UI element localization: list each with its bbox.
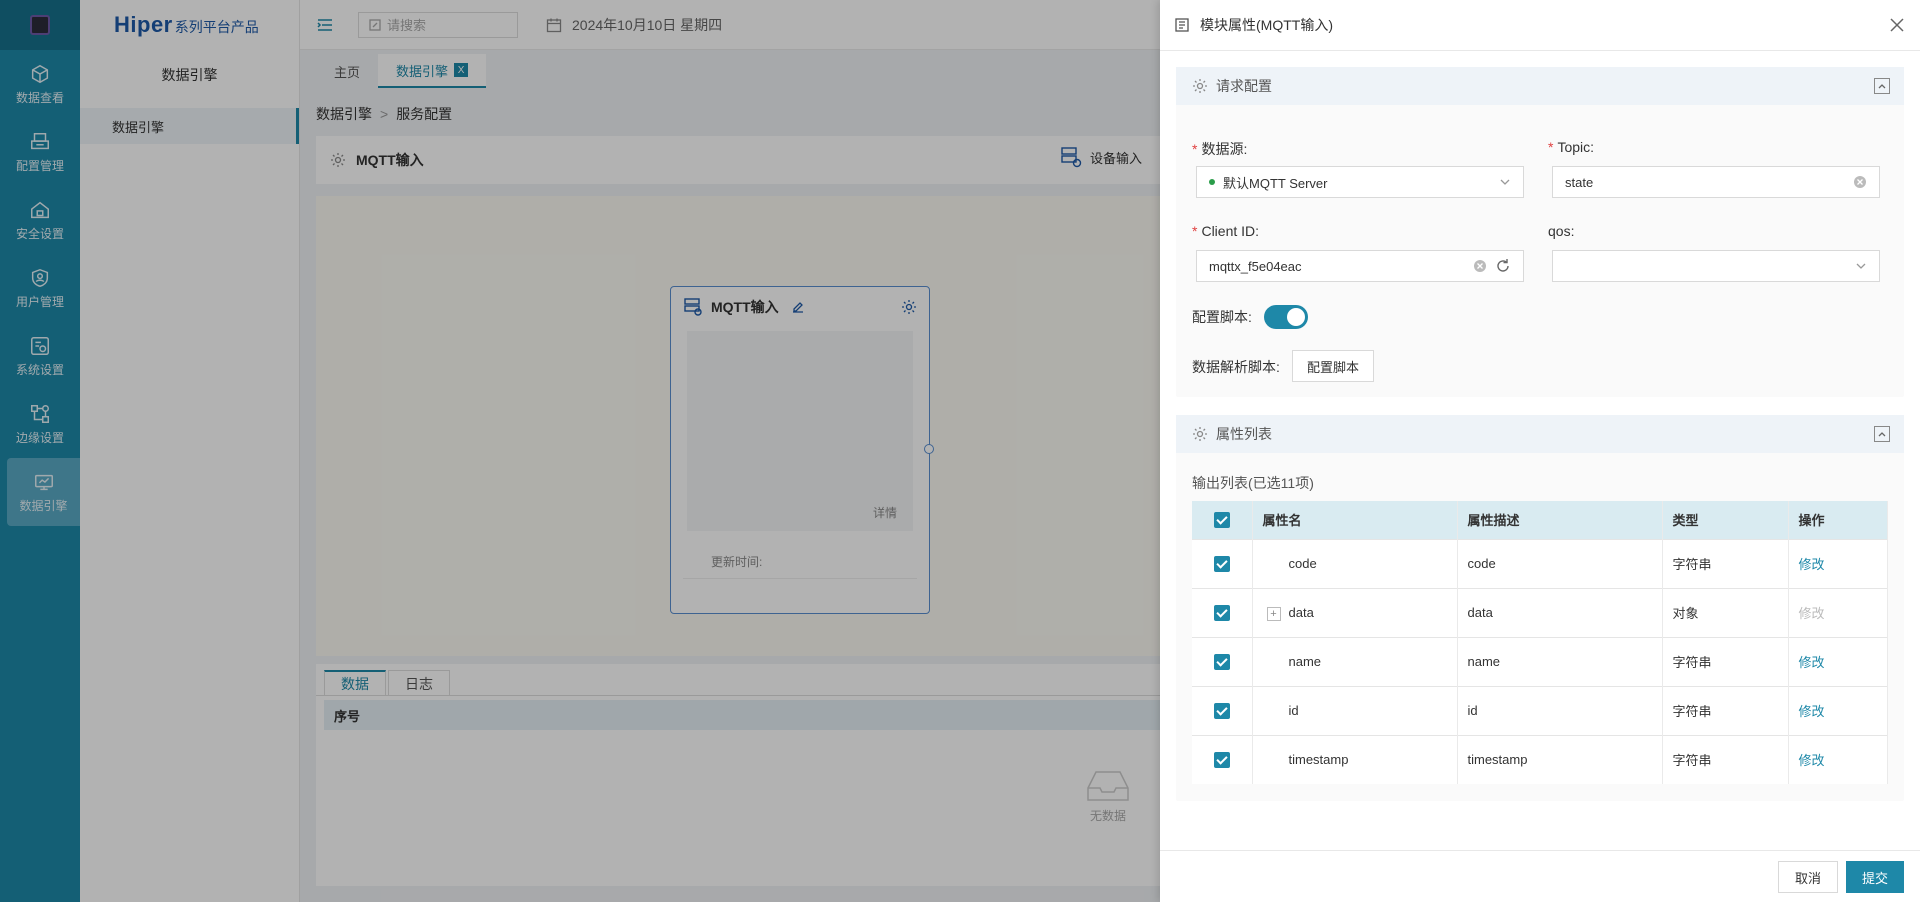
edit-link[interactable]: 修改	[1799, 557, 1825, 572]
section-header: 属性列表	[1176, 415, 1904, 453]
drawer-title: 模块属性(MQTT输入)	[1200, 17, 1333, 33]
section-header: 请求配置	[1176, 67, 1904, 105]
section-title: 属性列表	[1216, 426, 1272, 442]
prop-name: name	[1252, 636, 1458, 686]
table-row: timestamp timestamp 字符串 修改	[1192, 734, 1888, 784]
row-checkbox[interactable]	[1192, 685, 1253, 735]
column-header: 操作	[1788, 501, 1888, 539]
parse-script-label: 数据解析脚本:	[1192, 359, 1280, 375]
prop-desc: id	[1457, 685, 1663, 735]
table-row: + data data 对象 修改	[1192, 587, 1888, 637]
column-header: 属性描述	[1457, 501, 1663, 539]
status-dot-icon	[1209, 179, 1215, 185]
property-table: 属性名 属性描述 类型 操作 code code 字符串 修改 + data da…	[1192, 501, 1888, 784]
collapse-icon[interactable]	[1874, 426, 1890, 442]
client-id-input[interactable]: mqttx_f5e04eac	[1196, 250, 1524, 282]
clear-icon[interactable]	[1853, 175, 1867, 189]
prop-desc: name	[1457, 636, 1663, 686]
chevron-down-icon	[1856, 263, 1866, 269]
table-row: code code 字符串 修改	[1192, 538, 1888, 588]
prop-name: data	[1288, 604, 1314, 620]
table-row: id id 字符串 修改	[1192, 685, 1888, 735]
configure-script-button[interactable]: 配置脚本	[1292, 350, 1375, 382]
chevron-down-icon	[1500, 179, 1510, 185]
datasource-label: * 数据源:	[1192, 141, 1248, 157]
edit-link: 修改	[1798, 606, 1825, 621]
datasource-value: 默认MQTT Server	[1223, 175, 1328, 191]
row-checkbox[interactable]	[1192, 587, 1253, 637]
expand-icon[interactable]: +	[1266, 606, 1281, 621]
submit-button[interactable]: 提交	[1845, 861, 1904, 893]
cancel-button[interactable]: 取消	[1777, 861, 1838, 893]
prop-type: 字符串	[1662, 636, 1789, 686]
drawer-footer: 取消 提交	[1160, 850, 1920, 902]
prop-type: 对象	[1662, 587, 1789, 637]
clear-icon[interactable]	[1473, 259, 1487, 273]
qos-select[interactable]	[1552, 250, 1880, 282]
close-icon[interactable]	[1888, 16, 1906, 34]
prop-name: timestamp	[1252, 734, 1458, 784]
row-checkbox[interactable]	[1192, 538, 1253, 588]
refresh-icon[interactable]	[1495, 258, 1511, 274]
topic-label: * Topic:	[1548, 139, 1595, 155]
gear-icon	[1193, 427, 1207, 441]
qos-label: qos:	[1548, 223, 1575, 239]
prop-type: 字符串	[1662, 538, 1789, 588]
prop-desc: timestamp	[1457, 734, 1663, 784]
edit-link[interactable]: 修改	[1799, 655, 1825, 670]
section-title: 请求配置	[1216, 78, 1272, 94]
topic-value: state	[1565, 174, 1594, 190]
prop-type: 字符串	[1662, 685, 1789, 735]
table-header-row: 属性名 属性描述 类型 操作	[1192, 501, 1888, 539]
row-checkbox[interactable]	[1192, 636, 1253, 686]
script-toggle-label: 配置脚本:	[1192, 309, 1252, 325]
topic-input[interactable]: state	[1552, 166, 1880, 198]
gear-icon	[1193, 79, 1207, 93]
datasource-select[interactable]: 默认MQTT Server	[1196, 166, 1524, 198]
edit-link[interactable]: 修改	[1799, 704, 1825, 719]
drawer-header: 模块属性(MQTT输入)	[1160, 0, 1920, 51]
script-toggle[interactable]	[1264, 305, 1308, 329]
client-id-label: * Client ID:	[1192, 223, 1260, 239]
select-all-checkbox[interactable]	[1192, 501, 1253, 539]
prop-name: id	[1252, 685, 1458, 735]
prop-name: code	[1252, 538, 1458, 588]
form-icon	[1175, 18, 1189, 32]
prop-desc: data	[1457, 587, 1663, 637]
request-config-section: 请求配置	[1176, 67, 1904, 397]
modal-overlay[interactable]	[0, 0, 1160, 902]
prop-type: 字符串	[1662, 734, 1789, 784]
table-row: name name 字符串 修改	[1192, 636, 1888, 686]
collapse-icon[interactable]	[1874, 78, 1890, 94]
client-id-value: mqttx_f5e04eac	[1209, 258, 1302, 274]
edit-link[interactable]: 修改	[1799, 753, 1825, 768]
column-header: 属性名	[1252, 501, 1458, 539]
output-summary: 输出列表(已选11项)	[1192, 475, 1314, 491]
column-header: 类型	[1662, 501, 1789, 539]
prop-desc: code	[1457, 538, 1663, 588]
row-checkbox[interactable]	[1192, 734, 1253, 784]
